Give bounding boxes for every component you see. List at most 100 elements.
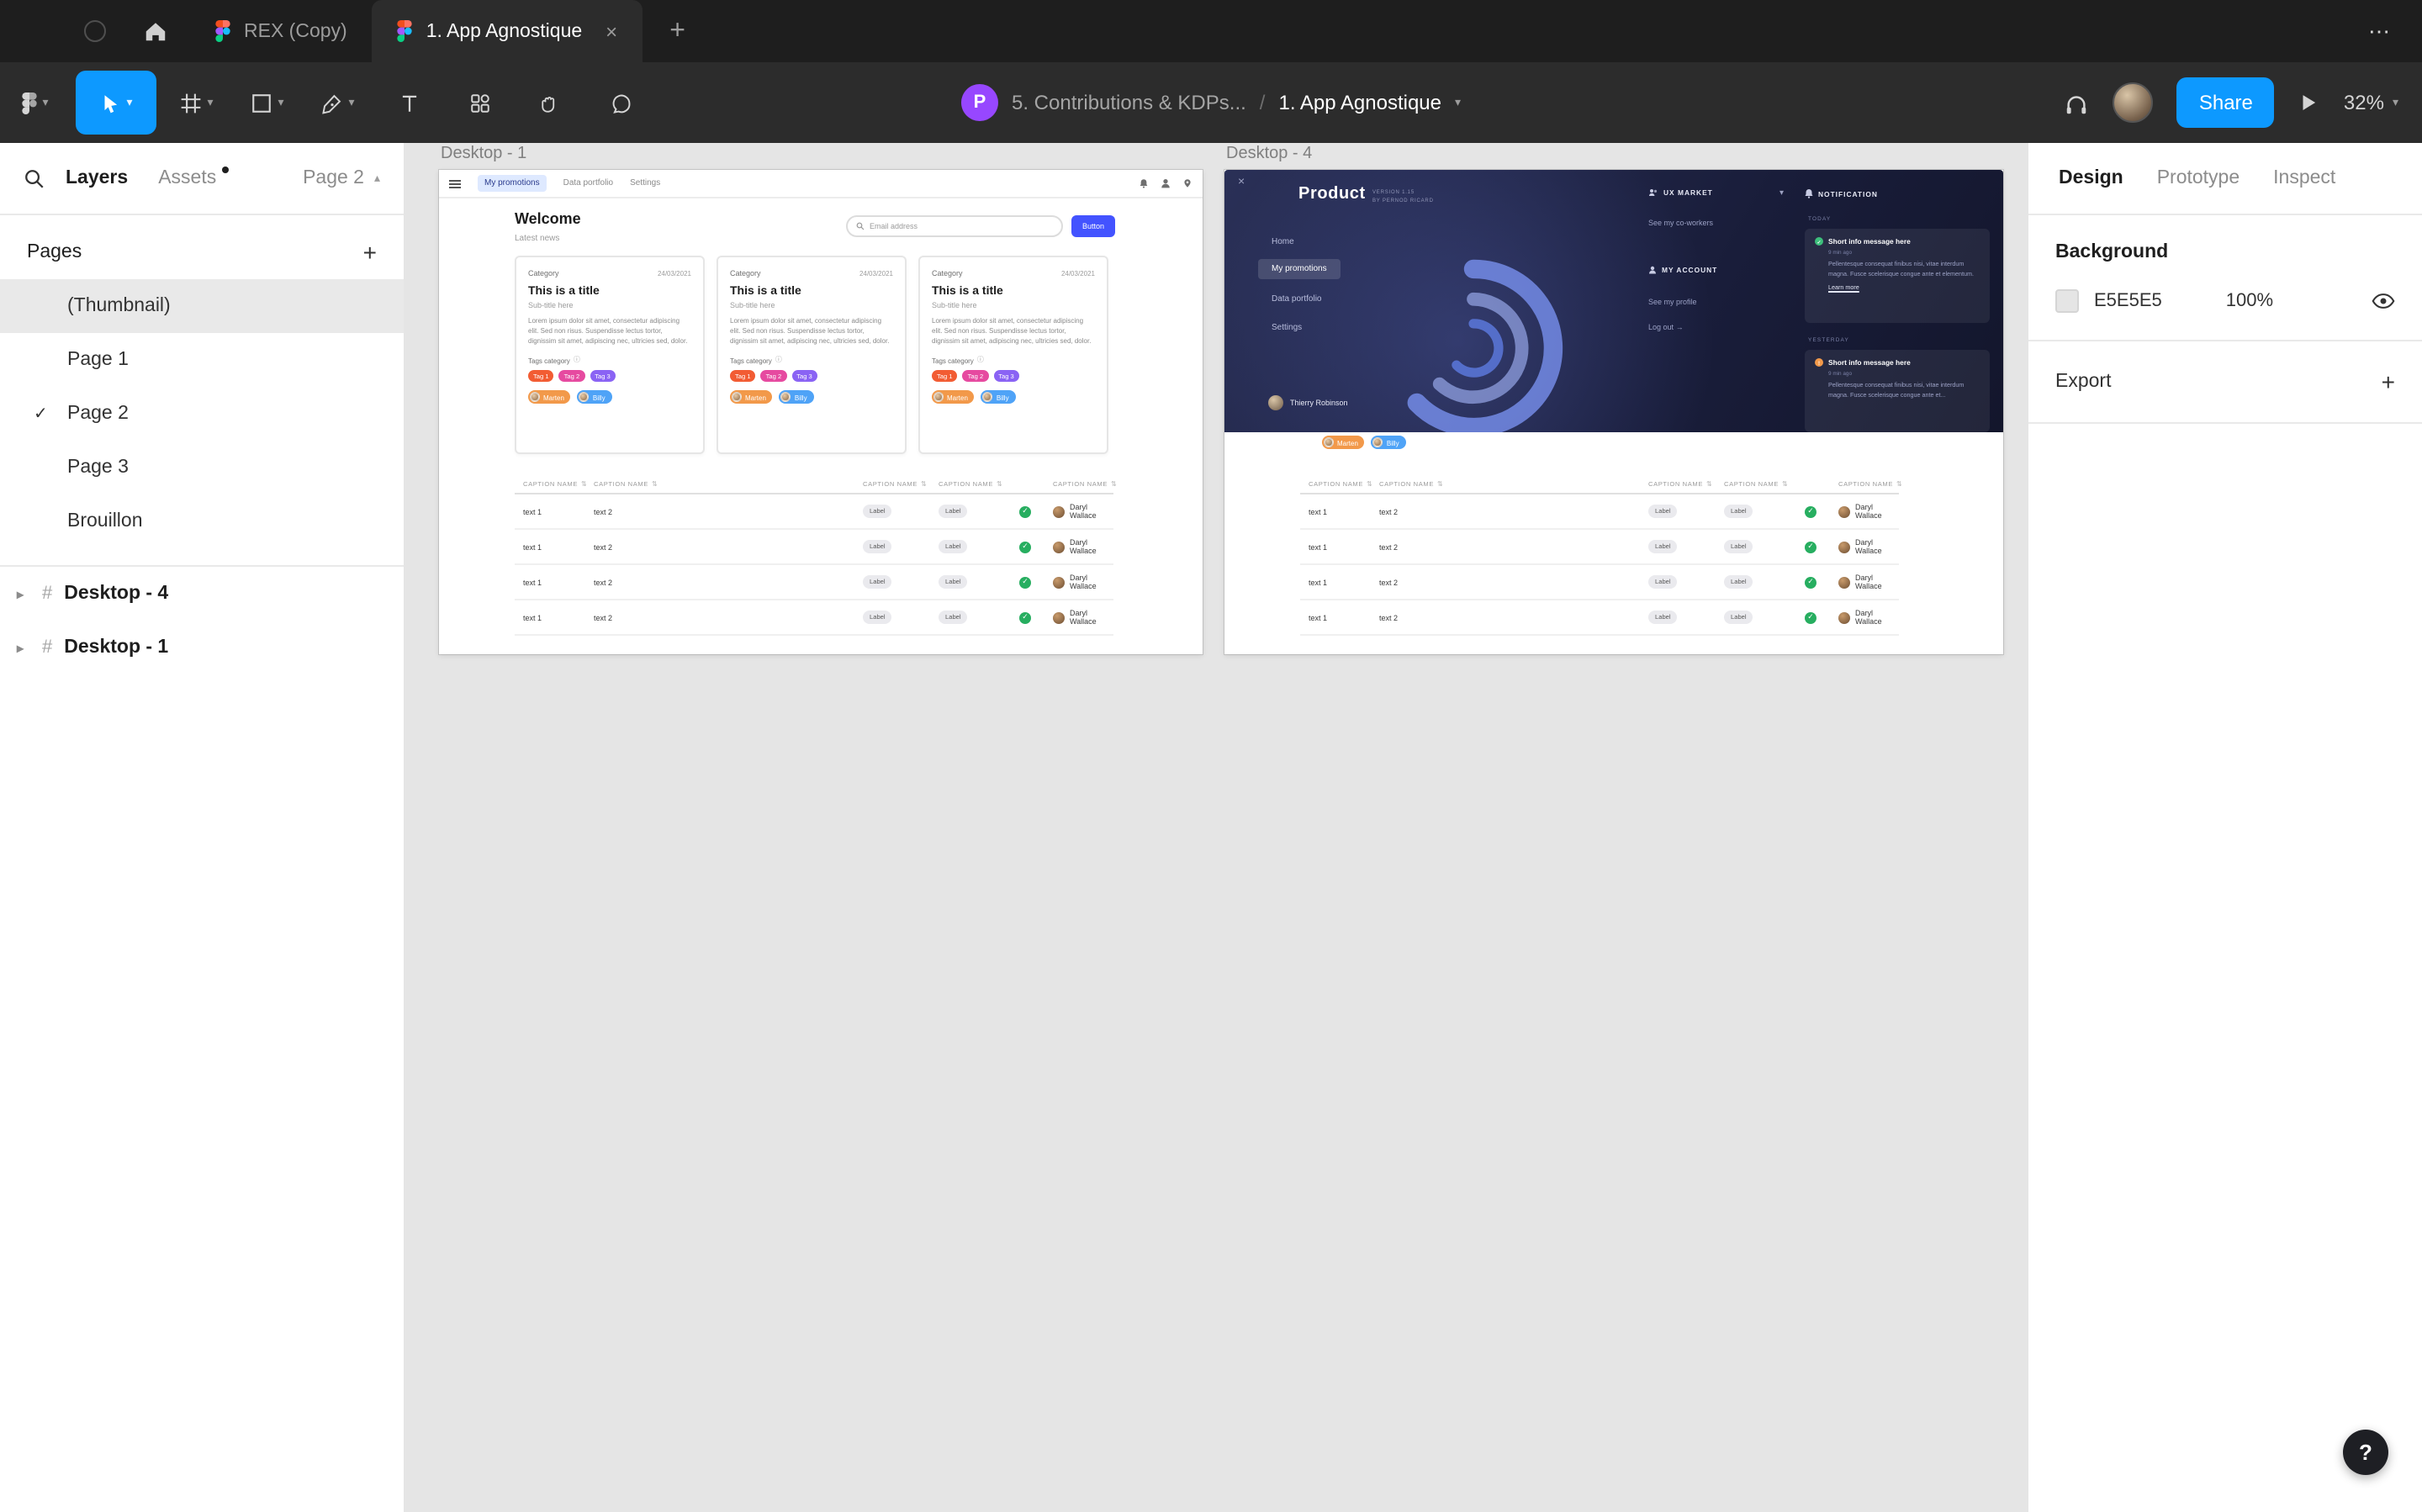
bell-icon[interactable]: [1139, 178, 1149, 188]
page-item-page-1[interactable]: Page 1: [0, 333, 404, 387]
table-row[interactable]: text 1 text 2 Label Label ✓ Daryl Wallac…: [515, 600, 1113, 636]
member-chip[interactable]: Marten: [932, 390, 975, 404]
mock-news-card[interactable]: Category 24/03/2021 This is a title Sub-t…: [515, 256, 705, 454]
mock-menu-home[interactable]: Home: [1272, 237, 1294, 247]
layer-item-desktop-1[interactable]: ▸ # Desktop - 1: [0, 621, 404, 674]
breadcrumb-project[interactable]: 5. Contributions & KDPs...: [1012, 91, 1246, 114]
member-chip[interactable]: Billy: [1371, 436, 1406, 449]
tab-design[interactable]: Design: [2059, 168, 2123, 188]
close-icon[interactable]: ×: [1238, 177, 1245, 188]
layer-item-desktop-4[interactable]: ▸ # Desktop - 4: [0, 567, 404, 621]
mock-nav-settings[interactable]: Settings: [630, 178, 660, 188]
resources-tool-button[interactable]: [444, 62, 515, 143]
sort-icon[interactable]: ⇅: [1111, 479, 1117, 488]
frame-desktop-1[interactable]: Desktop - 1 My promotions Data portfolio…: [439, 145, 1203, 654]
mock-menu-my-promotions[interactable]: My promotions: [1258, 259, 1341, 279]
column-header[interactable]: CAPTION NAME: [1379, 480, 1434, 487]
tag-chip[interactable]: Tag 3: [791, 370, 817, 382]
present-button[interactable]: [2298, 91, 2320, 114]
mock-user-row[interactable]: Thierry Robinson: [1268, 395, 1348, 410]
mock-nav-my-promotions[interactable]: My promotions: [478, 175, 547, 192]
page-item-page-2[interactable]: ✓ Page 2: [0, 387, 404, 441]
mock-profile-link[interactable]: See my profile: [1648, 298, 1697, 306]
chevron-down-icon[interactable]: ▾: [1455, 97, 1461, 108]
tag-chip[interactable]: Tag 1: [730, 370, 756, 382]
sort-icon[interactable]: ⇅: [581, 479, 587, 488]
tab-layers[interactable]: Layers: [66, 168, 128, 188]
breadcrumb-file[interactable]: 1. App Agnostique: [1278, 91, 1441, 114]
audio-headphones-button[interactable]: [2065, 90, 2090, 115]
file-tab-current[interactable]: 1. App Agnostique ×: [372, 0, 643, 62]
mock-menu-settings[interactable]: Settings: [1272, 323, 1302, 333]
location-pin-icon[interactable]: [1182, 178, 1192, 188]
chevron-right-icon[interactable]: ▸: [17, 640, 30, 655]
chevron-down-icon[interactable]: ▾: [126, 97, 132, 108]
tab-assets[interactable]: Assets: [158, 167, 229, 188]
background-hex-value[interactable]: E5E5E5: [2094, 291, 2162, 311]
member-chip[interactable]: Billy: [779, 390, 814, 404]
tag-chip[interactable]: Tag 1: [528, 370, 554, 382]
background-color-swatch[interactable]: [2055, 289, 2079, 313]
column-header[interactable]: CAPTION NAME: [1838, 480, 1893, 487]
sort-icon[interactable]: ⇅: [997, 479, 1002, 488]
shape-tool-button[interactable]: ▾: [232, 62, 303, 143]
help-button[interactable]: ?: [2343, 1430, 2388, 1475]
tag-chip[interactable]: Tag 2: [760, 370, 787, 382]
new-tab-button[interactable]: +: [669, 16, 685, 46]
move-tool-button[interactable]: ▾: [76, 71, 156, 135]
mock-learn-more-link[interactable]: Learn more: [1828, 284, 1980, 291]
table-row[interactable]: text 1 text 2 Label Label ✓ Daryl Wallac…: [1300, 565, 1899, 600]
member-chip[interactable]: Marten: [730, 390, 773, 404]
table-row[interactable]: text 1 text 2 Label Label ✓ Daryl Wallac…: [515, 565, 1113, 600]
zoom-menu[interactable]: 32% ▾: [2344, 91, 2398, 114]
table-row[interactable]: text 1 text 2 Label Label ✓ Daryl Wallac…: [1300, 530, 1899, 565]
sort-icon[interactable]: ⇅: [921, 479, 927, 488]
add-page-button[interactable]: +: [363, 239, 377, 266]
pen-tool-button[interactable]: ▾: [303, 62, 373, 143]
hamburger-menu-icon[interactable]: [449, 179, 461, 188]
tag-chip[interactable]: Tag 2: [558, 370, 585, 382]
mock-menu-data-portfolio[interactable]: Data portfolio: [1272, 294, 1322, 304]
close-tab-icon[interactable]: ×: [606, 19, 617, 43]
file-tab-rex[interactable]: REX (Copy): [190, 0, 373, 62]
member-chip[interactable]: Billy: [577, 390, 612, 404]
sort-icon[interactable]: ⇅: [652, 479, 658, 488]
mock-coworkers-link[interactable]: See my co-workers: [1648, 219, 1713, 227]
table-row[interactable]: text 1 text 2 Label Label ✓ Daryl Wallac…: [1300, 600, 1899, 636]
frame-label[interactable]: Desktop - 4: [1226, 145, 1312, 163]
chevron-down-icon[interactable]: ▾: [1779, 188, 1784, 198]
search-icon[interactable]: [24, 167, 45, 189]
table-row[interactable]: text 1 text 2 Label Label ✓ Daryl Wallac…: [515, 494, 1113, 530]
tag-chip[interactable]: Tag 1: [932, 370, 958, 382]
comment-tool-button[interactable]: [585, 62, 656, 143]
sort-icon[interactable]: ⇅: [1437, 479, 1443, 488]
mock-news-card[interactable]: Category 24/03/2021 This is a title Sub-t…: [717, 256, 907, 454]
tag-chip[interactable]: Tag 3: [993, 370, 1019, 382]
window-control-icon[interactable]: [84, 20, 106, 42]
column-header[interactable]: CAPTION NAME: [939, 480, 993, 487]
column-header[interactable]: CAPTION NAME: [1724, 480, 1779, 487]
column-header[interactable]: CAPTION NAME: [594, 480, 648, 487]
home-button[interactable]: [130, 6, 180, 56]
chevron-right-icon[interactable]: ▸: [17, 586, 30, 601]
mock-notification-warning[interactable]: ! Short info message here 9 min ago Pell…: [1805, 350, 1990, 432]
tag-chip[interactable]: Tag 2: [962, 370, 989, 382]
frame-label[interactable]: Desktop - 1: [441, 145, 526, 163]
column-header[interactable]: CAPTION NAME: [863, 480, 918, 487]
main-menu-button[interactable]: ▾: [0, 62, 71, 143]
frame-tool-button[interactable]: ▾: [161, 62, 232, 143]
mock-nav-data-portfolio[interactable]: Data portfolio: [563, 178, 614, 188]
tab-inspect[interactable]: Inspect: [2273, 168, 2335, 188]
table-row[interactable]: text 1 text 2 Label Label ✓ Daryl Wallac…: [1300, 494, 1899, 530]
member-chip[interactable]: Marten: [528, 390, 571, 404]
sort-icon[interactable]: ⇅: [1896, 479, 1902, 488]
mock-news-card[interactable]: Category 24/03/2021 This is a title Sub-t…: [918, 256, 1108, 454]
window-more-icon[interactable]: ⋯: [2368, 18, 2392, 45]
user-icon[interactable]: [1161, 178, 1171, 188]
tag-chip[interactable]: Tag 3: [590, 370, 616, 382]
add-export-button[interactable]: +: [2382, 368, 2395, 395]
tab-prototype[interactable]: Prototype: [2157, 168, 2240, 188]
page-item-brouillon[interactable]: Brouillon: [0, 494, 404, 548]
member-chip[interactable]: Marten: [1322, 436, 1365, 449]
frame-desktop-4[interactable]: Desktop - 4 Marten Billy CAPTION NAME ⇅ C…: [1224, 145, 2003, 654]
